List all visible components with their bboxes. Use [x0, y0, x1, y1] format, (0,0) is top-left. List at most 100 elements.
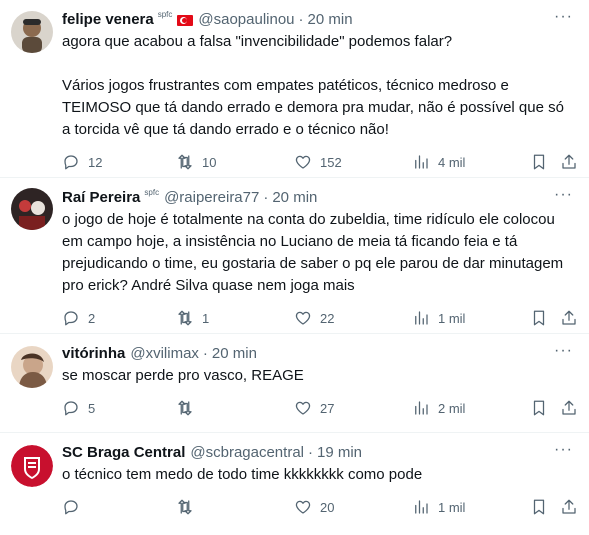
separator-dot: · [298, 11, 304, 28]
retweet-button[interactable]: 10 [176, 153, 216, 171]
retweet-icon [178, 154, 192, 170]
timestamp[interactable]: 19 min [317, 443, 362, 463]
bookmark-button[interactable] [530, 309, 548, 327]
display-name[interactable]: vitórinha [62, 344, 125, 364]
separator-dot: · [263, 189, 269, 206]
action-bar: 5 27 2 mil [62, 397, 576, 419]
avatar[interactable] [11, 188, 53, 230]
share-icon [562, 400, 576, 415]
avatar[interactable] [11, 445, 53, 487]
bookmark-icon [533, 154, 545, 170]
reply-icon [64, 155, 78, 170]
like-count: 27 [320, 400, 335, 416]
turkey-flag-icon [177, 14, 194, 26]
views-chart-icon [415, 500, 428, 514]
share-button[interactable] [560, 309, 578, 327]
like-count: 20 [320, 499, 335, 515]
like-button[interactable]: 20 [294, 498, 334, 516]
user-handle[interactable]: @saopaulinou [198, 10, 294, 30]
reply-count: 5 [88, 400, 96, 416]
bookmark-icon [533, 400, 545, 416]
share-button[interactable] [560, 498, 578, 516]
reply-icon [64, 401, 78, 416]
like-button[interactable]: 27 [294, 399, 334, 417]
bookmark-icon [533, 310, 545, 326]
tweet-text: agora que acabou a falsa "invencibilidad… [62, 33, 564, 138]
views-button[interactable]: 1 mil [412, 309, 465, 327]
retweet-icon [178, 400, 192, 416]
views-chart-icon [415, 155, 428, 169]
action-bar: 20 1 mil [62, 496, 576, 518]
retweet-button[interactable]: 1 [176, 309, 209, 327]
retweet-button[interactable] [176, 498, 194, 516]
affiliation-badge: spfc [144, 188, 160, 197]
reply-button[interactable]: 5 [62, 399, 95, 417]
reply-button[interactable] [62, 498, 80, 516]
retweet-icon [178, 310, 192, 326]
like-count: 152 [320, 154, 342, 170]
reply-button[interactable]: 12 [62, 153, 102, 171]
user-handle[interactable]: @xvilimax [130, 344, 199, 364]
tweet[interactable]: Raí Pereira spfc @raipereira77 · 20 min … [0, 178, 589, 334]
reply-count: 12 [88, 154, 103, 170]
bookmark-button[interactable] [530, 498, 548, 516]
like-button[interactable]: 22 [294, 309, 334, 327]
tweet-text: o jogo de hoje é totalmente na conta do … [62, 211, 568, 294]
timestamp[interactable]: 20 min [272, 188, 317, 208]
bookmark-button[interactable] [530, 153, 548, 171]
like-button[interactable]: 152 [294, 153, 342, 171]
retweet-count: 1 [202, 310, 210, 326]
retweet-icon [178, 499, 192, 515]
reply-button[interactable]: 2 [62, 309, 95, 327]
retweet-count: 10 [202, 154, 217, 170]
avatar[interactable] [11, 346, 53, 388]
heart-icon [295, 155, 311, 169]
tweet[interactable]: vitórinha @xvilimax · 20 min ··· se mosc… [0, 334, 589, 433]
views-button[interactable]: 1 mil [412, 498, 465, 516]
heart-icon [295, 311, 311, 325]
like-count: 22 [320, 310, 335, 326]
timestamp[interactable]: 20 min [212, 344, 257, 364]
share-icon [562, 310, 576, 325]
heart-icon [295, 500, 311, 514]
tweet[interactable]: SC Braga Central @scbragacentral · 19 mi… [0, 433, 589, 535]
action-bar: 2 1 22 1 mil [62, 307, 576, 329]
more-options-icon[interactable]: ··· [554, 9, 573, 25]
views-count: 2 mil [438, 400, 466, 416]
tweet[interactable]: felipe venera spfc @saopaulinou · 20 min… [0, 0, 589, 178]
user-handle[interactable]: @scbragacentral [190, 443, 304, 463]
timestamp[interactable]: 20 min [308, 10, 353, 30]
separator-dot: · [308, 444, 313, 461]
reply-count: 2 [88, 310, 96, 326]
display-name[interactable]: SC Braga Central [62, 443, 185, 463]
bookmark-button[interactable] [530, 399, 548, 417]
tweet-header: felipe venera spfc @saopaulinou · 20 min [62, 10, 573, 30]
views-chart-icon [415, 311, 428, 325]
user-handle[interactable]: @raipereira77 [164, 188, 259, 208]
views-chart-icon [415, 401, 428, 415]
tweet-header: SC Braga Central @scbragacentral · 19 mi… [62, 443, 573, 463]
retweet-button[interactable] [176, 399, 194, 417]
views-button[interactable]: 4 mil [412, 153, 465, 171]
reply-icon [64, 311, 78, 326]
avatar[interactable] [11, 11, 53, 53]
tweet-text: se moscar perde pro vasco, REAGE [62, 367, 304, 384]
share-button[interactable] [560, 399, 578, 417]
views-count: 1 mil [438, 499, 466, 515]
more-options-icon[interactable]: ··· [554, 187, 573, 203]
more-options-icon[interactable]: ··· [554, 442, 573, 458]
share-icon [562, 499, 576, 514]
bookmark-icon [533, 499, 545, 515]
display-name[interactable]: felipe venera [62, 10, 154, 30]
timeline: felipe venera spfc @saopaulinou · 20 min… [0, 0, 589, 535]
views-button[interactable]: 2 mil [412, 399, 465, 417]
tweet-header: Raí Pereira spfc @raipereira77 · 20 min [62, 188, 573, 208]
more-options-icon[interactable]: ··· [554, 343, 573, 359]
heart-icon [295, 401, 311, 415]
reply-icon [64, 500, 78, 515]
display-name[interactable]: Raí Pereira [62, 188, 140, 208]
share-button[interactable] [560, 153, 578, 171]
tweet-header: vitórinha @xvilimax · 20 min [62, 344, 573, 364]
views-count: 1 mil [438, 310, 466, 326]
action-bar: 12 10 152 4 mil [62, 151, 576, 173]
